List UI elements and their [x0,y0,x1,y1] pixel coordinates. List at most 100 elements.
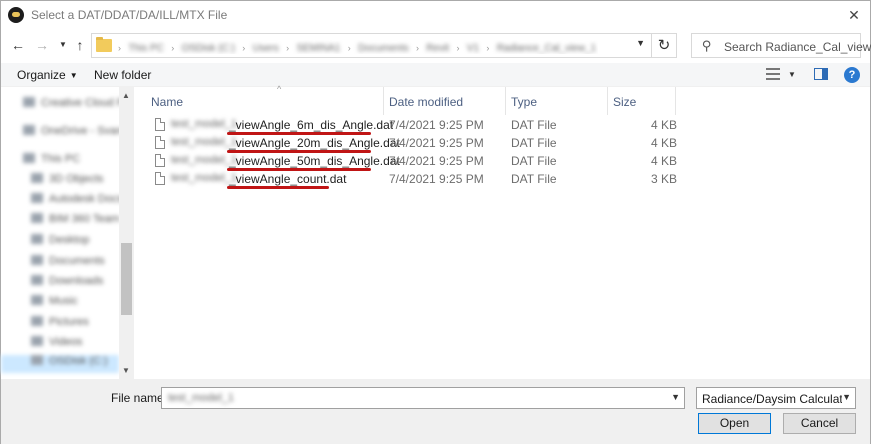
scroll-down-icon[interactable]: ▼ [122,366,130,375]
nav-item-3d-objects[interactable]: 3D Objects [31,173,103,191]
nav-item-this-pc[interactable]: This PC [23,153,80,171]
column-divider[interactable] [383,87,384,115]
file-type: DAT File [511,154,557,168]
file-name-prefix: test_model_1 [171,118,238,130]
file-icon [155,154,165,167]
file-size: 3 KB [651,172,678,186]
file-name-prefix: test_model_1 [171,154,238,166]
column-divider[interactable] [675,87,676,115]
caret-down-icon: ▼ [69,71,78,80]
breadcrumb-item[interactable]: SEMINA1 [296,43,340,54]
file-size: 4 KB [651,154,678,168]
nav-item-onedrive[interactable]: OneDrive - Svanc [23,125,128,143]
new-folder-button[interactable]: New folder [94,68,151,82]
forward-arrow-icon[interactable]: → [33,36,51,54]
organize-label: Organize [17,68,66,82]
nav-item-videos[interactable]: Videos [31,336,82,354]
chevron-down-icon: ▼ [842,392,851,402]
nav-item-pictures[interactable]: Pictures [31,316,89,334]
highlight-underline [227,186,329,189]
nav-item-desktop[interactable]: Desktop [31,234,89,252]
search-icon: ⚲ [702,38,712,53]
help-icon[interactable]: ? [844,67,860,83]
navigation-bar: ← → ▼ ↑ › This PC › OSDisk (C:) › Users … [1,29,871,63]
nav-item-osdisk[interactable]: OSDisk (C:) [1,355,119,373]
file-type: DAT File [511,172,557,186]
file-name-prefix: test_model_1 [171,172,238,184]
file-name: _viewAngle_count.dat [229,172,347,186]
sort-ascending-icon: ^ [277,84,282,94]
breadcrumb-item[interactable]: Revit [426,43,449,54]
breadcrumb-item[interactable]: OSDisk (C:) [182,43,235,54]
nav-item-music[interactable]: Music [31,295,78,313]
cancel-button[interactable]: Cancel [783,413,856,434]
file-name: _viewAngle_50m_dis_Angle.dat [229,154,400,168]
file-name-label: File name: [111,391,168,405]
window-title: Select a DAT/DDAT/DA/ILL/MTX File [31,8,228,22]
file-row[interactable]: test_model_1 _viewAngle_50m_dis_Angle.da… [151,152,851,171]
breadcrumb-item[interactable]: Radiance_Cal_view_1 [497,43,597,54]
search-input[interactable]: ⚲ Search Radiance_Cal_view_1 [691,33,871,58]
chevron-down-icon[interactable]: ▼ [671,392,680,402]
file-name-prefix: test_model_1 [171,136,238,148]
column-header-name[interactable]: Name ^ [151,84,383,115]
file-type-value: Radiance/Daysim Calculation F [702,392,842,406]
file-list: Name ^ Date modified Type Size test_mode… [135,84,870,379]
file-size: 4 KB [651,136,678,150]
open-button[interactable]: Open [698,413,771,434]
nav-item-autodesk-docs[interactable]: Autodesk Docs [31,193,123,211]
file-type: DAT File [511,118,557,132]
breadcrumb: › This PC › OSDisk (C:) › Users › SEMINA… [118,43,597,54]
navigation-scrollbar[interactable]: ▲ ▼ [119,87,134,379]
nav-item-creative-cloud[interactable]: Creative Cloud Fil [23,97,128,115]
column-header-type[interactable]: Type [511,87,607,115]
file-date: 7/4/2021 9:25 PM [389,154,484,168]
app-icon [8,7,24,23]
address-bar[interactable]: › This PC › OSDisk (C:) › Users › SEMINA… [91,33,652,58]
view-options-chevron-icon[interactable]: ▼ [788,70,796,79]
organize-button[interactable]: Organize ▼ [17,68,78,82]
folder-icon [96,37,112,52]
navigation-pane: Creative Cloud Fil OneDrive - Svanc This… [1,87,135,379]
breadcrumb-item[interactable]: V1 [467,43,479,54]
close-icon[interactable]: ✕ [844,5,864,25]
file-row[interactable]: test_model_1 _viewAngle_6m_dis_Angle.dat… [151,116,851,135]
column-header-size[interactable]: Size [613,87,673,115]
column-divider[interactable] [607,87,608,115]
breadcrumb-item[interactable]: This PC [128,43,164,54]
scrollbar-thumb[interactable] [121,243,132,315]
breadcrumb-item[interactable]: Documents [358,43,409,54]
nav-item-downloads[interactable]: Downloads [31,275,103,293]
refresh-icon[interactable]: ↻ [651,33,677,58]
chevron-down-icon[interactable]: ▼ [636,38,645,48]
file-name-value: test_model_1 [168,392,235,404]
file-row[interactable]: test_model_1 _viewAngle_20m_dis_Angle.da… [151,134,851,153]
nav-item-bim-360[interactable]: BIM 360 Team [31,213,120,231]
file-row[interactable]: test_model_1 _viewAngle_count.dat 7/4/20… [151,170,851,189]
nav-item-documents[interactable]: Documents [31,255,105,273]
column-divider[interactable] [505,87,506,115]
file-name: _viewAngle_20m_dis_Angle.dat [229,136,400,150]
file-type: DAT File [511,136,557,150]
view-options-icon[interactable] [766,68,780,80]
file-icon [155,136,165,149]
file-name: _viewAngle_6m_dis_Angle.dat [229,118,394,132]
up-arrow-icon[interactable]: ↑ [71,36,89,54]
column-header-date[interactable]: Date modified [389,87,505,115]
preview-pane-icon[interactable] [814,68,828,80]
breadcrumb-item[interactable]: Users [253,43,279,54]
file-date: 7/4/2021 9:25 PM [389,136,484,150]
file-dialog: Select a DAT/DDAT/DA/ILL/MTX File ✕ ← → … [0,0,871,444]
back-arrow-icon[interactable]: ← [9,36,27,54]
title-bar: Select a DAT/DDAT/DA/ILL/MTX File ✕ [1,1,870,29]
file-icon [155,172,165,185]
file-size: 4 KB [651,118,678,132]
recent-locations-chevron-icon[interactable]: ▼ [54,36,72,54]
file-date: 7/4/2021 9:25 PM [389,118,484,132]
file-date: 7/4/2021 9:25 PM [389,172,484,186]
scroll-up-icon[interactable]: ▲ [122,91,130,100]
search-placeholder: Search Radiance_Cal_view_1 [724,40,871,54]
dialog-footer: File name: test_model_1 ▼ Radiance/Daysi… [1,379,870,444]
file-name-field[interactable]: test_model_1 ▼ [161,387,685,409]
file-type-select[interactable]: Radiance/Daysim Calculation F ▼ [696,387,856,409]
